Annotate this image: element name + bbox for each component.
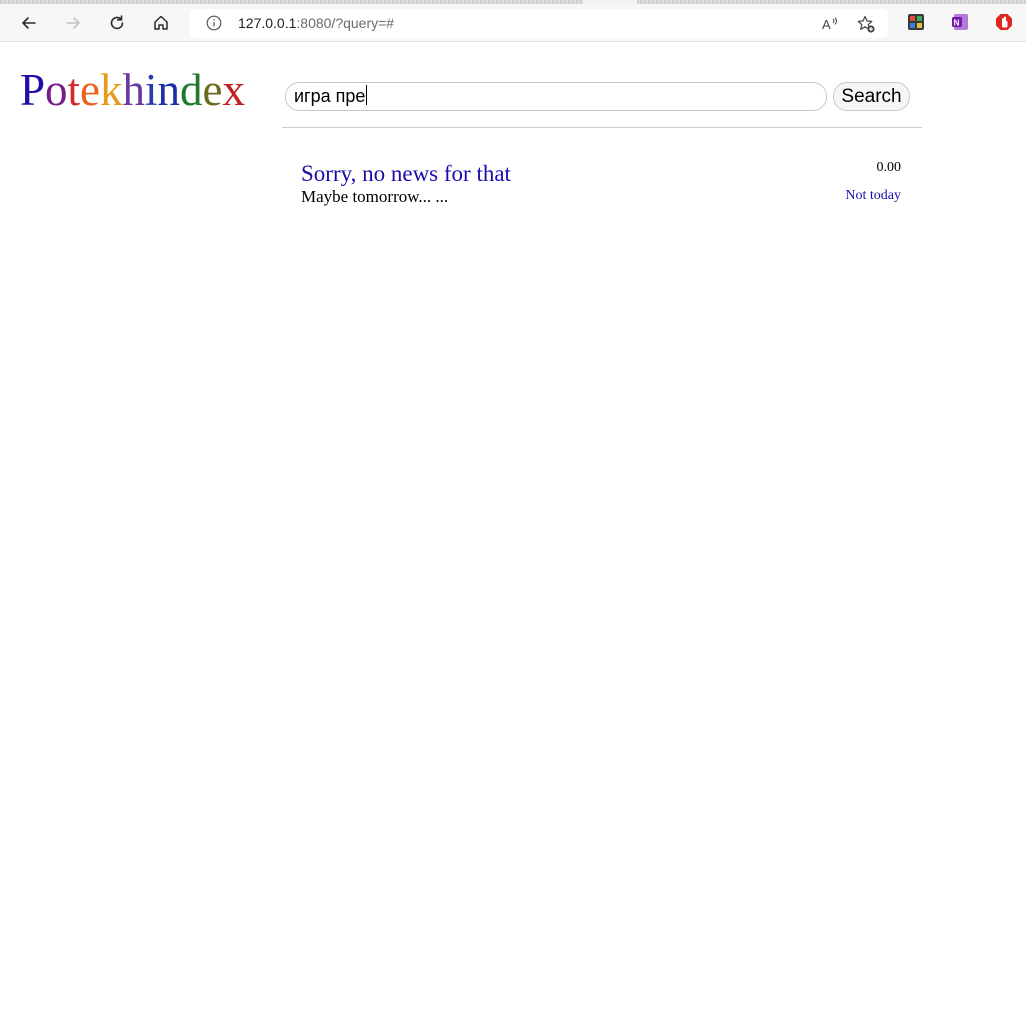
reload-button[interactable] <box>104 10 130 36</box>
forward-button[interactable] <box>60 10 86 36</box>
result-snippet: Maybe tomorrow... ... <box>301 187 449 206</box>
forward-arrow-icon <box>66 17 80 29</box>
logo-letter: P <box>20 65 46 115</box>
back-arrow-icon <box>22 17 36 29</box>
onenote-icon[interactable]: N <box>951 13 969 31</box>
url-path: :8080/?query=# <box>296 15 395 31</box>
url-text[interactable]: 127.0.0.1:8080/?query=# <box>238 15 394 31</box>
result-item: Sorry, no news for that Maybe tomorrow..… <box>301 160 901 208</box>
logo-letter: d <box>180 65 203 115</box>
home-button[interactable] <box>148 10 174 36</box>
adblock-icon[interactable] <box>995 13 1013 31</box>
svg-text:N: N <box>954 18 960 27</box>
extension-icon[interactable] <box>907 13 925 31</box>
info-icon[interactable] <box>206 15 222 31</box>
site-logo[interactable]: Potekhindex <box>20 62 245 118</box>
read-aloud-icon[interactable]: A <box>820 14 840 34</box>
result-score: 0.00 <box>876 160 902 175</box>
search-input-value: игра пре <box>294 86 366 106</box>
logo-letter: e <box>202 65 223 115</box>
svg-text:A: A <box>822 17 831 32</box>
address-bar[interactable]: 127.0.0.1:8080/?query=# A <box>190 9 888 38</box>
browser-toolbar: 127.0.0.1:8080/?query=# A N <box>0 4 1026 42</box>
result-date-link[interactable]: Not today <box>845 188 901 204</box>
logo-letter: t <box>67 65 81 115</box>
reload-icon <box>110 15 124 30</box>
search-button[interactable]: Search <box>833 82 910 111</box>
home-icon <box>154 15 168 30</box>
logo-letter: o <box>45 65 68 115</box>
logo-letter: e <box>80 65 101 115</box>
logo-letter: n <box>157 65 181 115</box>
search-input[interactable]: игра пре <box>285 82 827 111</box>
url-host: 127.0.0.1 <box>238 15 297 31</box>
logo-letter: i <box>145 65 158 115</box>
add-favorite-icon[interactable] <box>856 14 876 34</box>
back-button[interactable] <box>16 10 42 36</box>
header-divider <box>282 127 922 128</box>
text-caret <box>366 85 368 105</box>
logo-letter: x <box>222 65 246 115</box>
logo-letter: k <box>100 65 123 115</box>
logo-letter: h <box>122 65 146 115</box>
result-title-link[interactable]: Sorry, no news for that <box>301 160 901 188</box>
